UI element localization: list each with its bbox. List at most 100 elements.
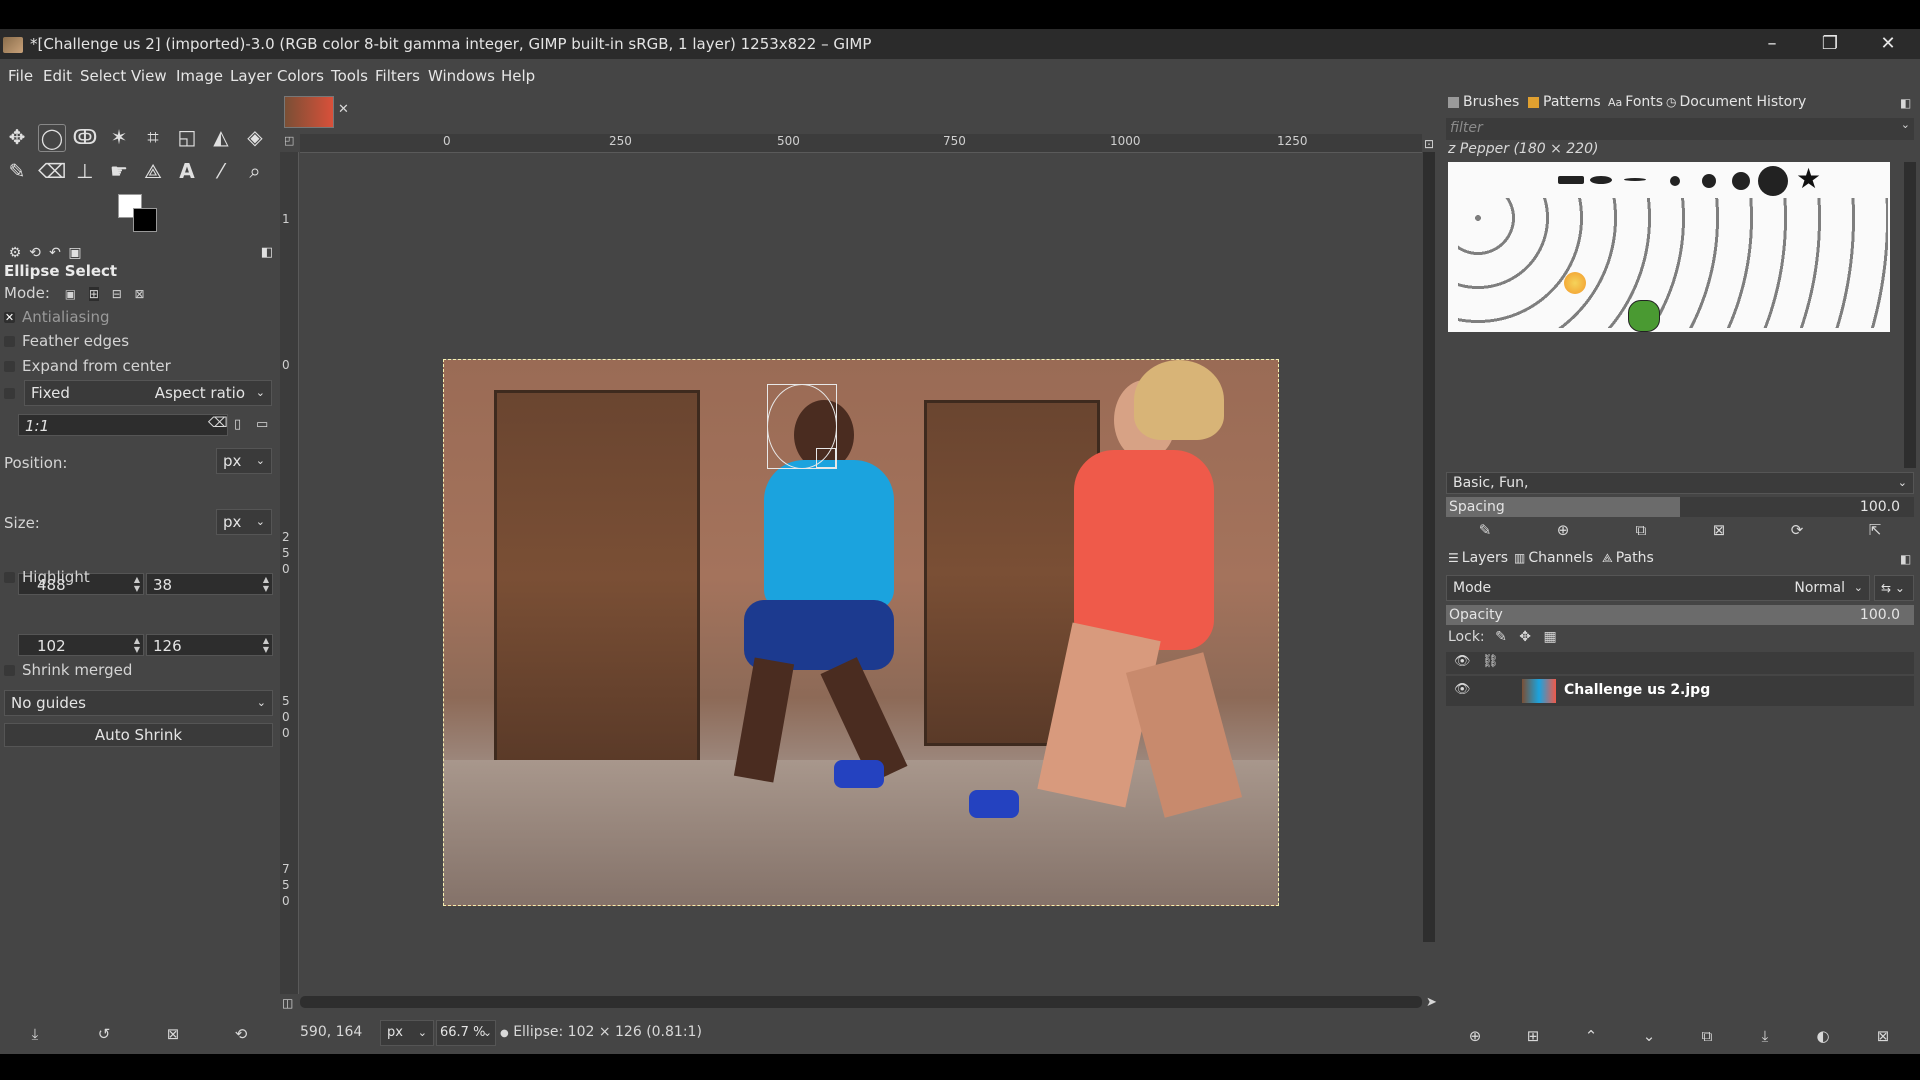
smudge-tool-icon[interactable]: ☛ <box>106 158 132 184</box>
zoom-tool-icon[interactable]: ⌕ <box>242 158 268 184</box>
maximize-button[interactable]: ❐ <box>1810 31 1850 57</box>
menu-tools[interactable]: Tools <box>331 67 368 85</box>
guides-dropdown[interactable]: No guides ⌄ <box>4 690 273 716</box>
menu-edit[interactable]: Edit <box>43 67 72 85</box>
image-tab-thumbnail[interactable] <box>284 96 334 128</box>
tab-fonts[interactable]: Aa Fonts <box>1608 94 1663 110</box>
fixed-dropdown[interactable]: Fixed Aspect ratio ⌄ <box>24 380 272 406</box>
brush-scrollbar[interactable] <box>1904 162 1916 468</box>
fuzzy-select-tool-icon[interactable]: ✶ <box>106 124 132 150</box>
opacity-slider[interactable]: Opacity 100.0 <box>1446 605 1914 625</box>
restore-options-icon[interactable]: ↺ <box>93 1024 115 1044</box>
tab-brushes[interactable]: Brushes <box>1448 94 1519 110</box>
landscape-icon[interactable]: ▭ <box>256 417 268 432</box>
tab-channels[interactable]: ▥ Channels <box>1514 550 1593 566</box>
close-image-tab-icon[interactable]: ✕ <box>338 102 349 117</box>
horizontal-scrollbar[interactable] <box>300 996 1422 1008</box>
menu-colors[interactable]: Colors <box>277 67 324 85</box>
brush-preview[interactable] <box>1590 176 1612 184</box>
close-button[interactable]: ✕ <box>1868 31 1908 57</box>
spinner-icon[interactable]: ▲ ▼ <box>263 575 269 593</box>
shrink-merged-option[interactable]: Shrink merged <box>4 661 132 679</box>
menu-view[interactable]: View <box>131 67 167 85</box>
brush-texture-row[interactable] <box>1458 198 1888 328</box>
expand-from-center-option[interactable]: Expand from center <box>4 357 171 375</box>
size-unit-dropdown[interactable]: px ⌄ <box>216 509 272 535</box>
tab-layers[interactable]: ☰ Layers <box>1448 550 1508 566</box>
spinner-icon[interactable]: ▲ ▼ <box>263 636 269 654</box>
delete-options-icon[interactable]: ⊠ <box>162 1024 184 1044</box>
paths-tool-icon[interactable]: ⟁ <box>140 158 166 184</box>
spacing-slider[interactable]: Spacing 100.0 <box>1446 497 1914 517</box>
antialiasing-option[interactable]: ✕ Antialiasing <box>4 308 110 326</box>
layer-name[interactable]: Challenge us 2.jpg <box>1564 682 1710 698</box>
tab-document-history[interactable]: ◷ Document History <box>1666 94 1806 110</box>
new-layer-icon[interactable]: ⊕ <box>1464 1026 1486 1046</box>
bucket-fill-tool-icon[interactable]: ◈ <box>242 124 268 150</box>
pepper-brush-selected[interactable] <box>1628 300 1660 332</box>
menu-filters[interactable]: Filters <box>375 67 420 85</box>
clone-tool-icon[interactable]: ⊥ <box>72 158 98 184</box>
menu-windows[interactable]: Windows <box>428 67 495 85</box>
clear-ratio-icon[interactable]: ⌫ <box>208 415 228 431</box>
save-options-icon[interactable]: ⤓ <box>24 1024 46 1044</box>
brush-preview[interactable] <box>1558 176 1584 184</box>
size-h-field[interactable]: 126 ▲ ▼ <box>146 634 273 656</box>
lower-layer-icon[interactable]: ⌄ <box>1638 1026 1660 1046</box>
open-brush-as-image-icon[interactable]: ⇱ <box>1864 520 1886 540</box>
position-y-field[interactable]: 38 ▲ ▼ <box>146 573 273 595</box>
auto-shrink-button[interactable]: Auto Shrink <box>4 723 273 747</box>
brush-tags-field[interactable]: Basic, Fun, ⌄ <box>1446 472 1914 494</box>
resize-handle[interactable] <box>816 448 836 468</box>
mode-add-icon[interactable]: ⊞ <box>88 287 99 301</box>
antialiasing-checkbox[interactable]: ✕ <box>4 312 15 323</box>
portrait-icon[interactable]: ▯ <box>234 417 241 432</box>
new-brush-icon[interactable]: ⊕ <box>1552 520 1574 540</box>
brush-preview[interactable] <box>1670 176 1680 186</box>
refresh-brushes-icon[interactable]: ⟳ <box>1786 520 1808 540</box>
menu-image[interactable]: Image <box>176 67 223 85</box>
brush-preview[interactable] <box>1624 178 1646 181</box>
feather-edges-option[interactable]: Feather edges <box>4 332 129 350</box>
zoom-dropdown[interactable]: 66.7 % ⌄ <box>436 1020 496 1046</box>
zoom-fit-icon[interactable]: ⊡ <box>1424 137 1434 151</box>
brush-preview[interactable] <box>1702 174 1716 188</box>
menu-help[interactable]: Help <box>501 67 535 85</box>
background-color-swatch[interactable] <box>133 208 157 232</box>
mode-subtract-icon[interactable]: ⊟ <box>112 287 122 301</box>
menu-layer[interactable]: Layer <box>230 67 272 85</box>
expand-from-center-checkbox[interactable] <box>4 361 15 372</box>
layer-mode-dropdown[interactable]: Mode Normal ⌄ <box>1446 575 1870 601</box>
brush-preview[interactable] <box>1758 166 1788 196</box>
navigation-arrow-icon[interactable]: ➤ <box>1426 995 1437 1010</box>
feather-edges-checkbox[interactable] <box>4 336 15 347</box>
merge-down-icon[interactable]: ⤓ <box>1754 1026 1776 1046</box>
mode-intersect-icon[interactable]: ⊠ <box>135 287 145 301</box>
add-mask-icon[interactable]: ◐ <box>1812 1026 1834 1046</box>
vertical-scrollbar[interactable] <box>1423 152 1435 942</box>
configure-tab-icon[interactable]: ◧ <box>254 240 280 266</box>
size-w-field[interactable]: 102 ▲ ▼ <box>18 634 144 656</box>
horizontal-ruler[interactable]: 0 250 500 750 1000 1250 <box>300 134 1422 153</box>
layer-row[interactable]: 👁 Challenge us 2.jpg <box>1446 676 1914 706</box>
ellipse-select-tool-icon[interactable]: ◯ <box>38 124 66 152</box>
duplicate-brush-icon[interactable]: ⧉ <box>1630 520 1652 540</box>
unified-transform-tool-icon[interactable]: ◱ <box>174 124 200 150</box>
configure-tab-icon[interactable]: ◧ <box>1900 96 1911 110</box>
new-layer-group-icon[interactable]: ⊞ <box>1522 1026 1544 1046</box>
vertical-ruler[interactable]: 1 0 2 5 0 5 0 0 7 5 0 <box>280 152 299 994</box>
raise-layer-icon[interactable]: ⌃ <box>1580 1026 1602 1046</box>
text-tool-icon[interactable]: A <box>174 158 200 184</box>
lock-alpha-icon[interactable]: ▦ <box>1543 629 1556 645</box>
tab-paths[interactable]: ⟁ Paths <box>1602 550 1654 566</box>
lock-pixels-icon[interactable]: ✎ <box>1495 629 1507 645</box>
duplicate-layer-icon[interactable]: ⧉ <box>1696 1026 1718 1046</box>
brush-grid[interactable]: ★ <box>1448 162 1890 332</box>
highlight-option[interactable]: Highlight <box>4 568 90 586</box>
highlight-checkbox[interactable] <box>4 572 15 583</box>
quick-mask-corner-icon[interactable]: ◰ <box>284 134 300 150</box>
move-tool-icon[interactable]: ✥ <box>4 124 30 150</box>
mode-replace-icon[interactable]: ▣ <box>65 287 76 301</box>
delete-layer-icon[interactable]: ⊠ <box>1872 1026 1894 1046</box>
composite-mode-dropdown[interactable]: ⇆ ⌄ <box>1874 575 1914 601</box>
